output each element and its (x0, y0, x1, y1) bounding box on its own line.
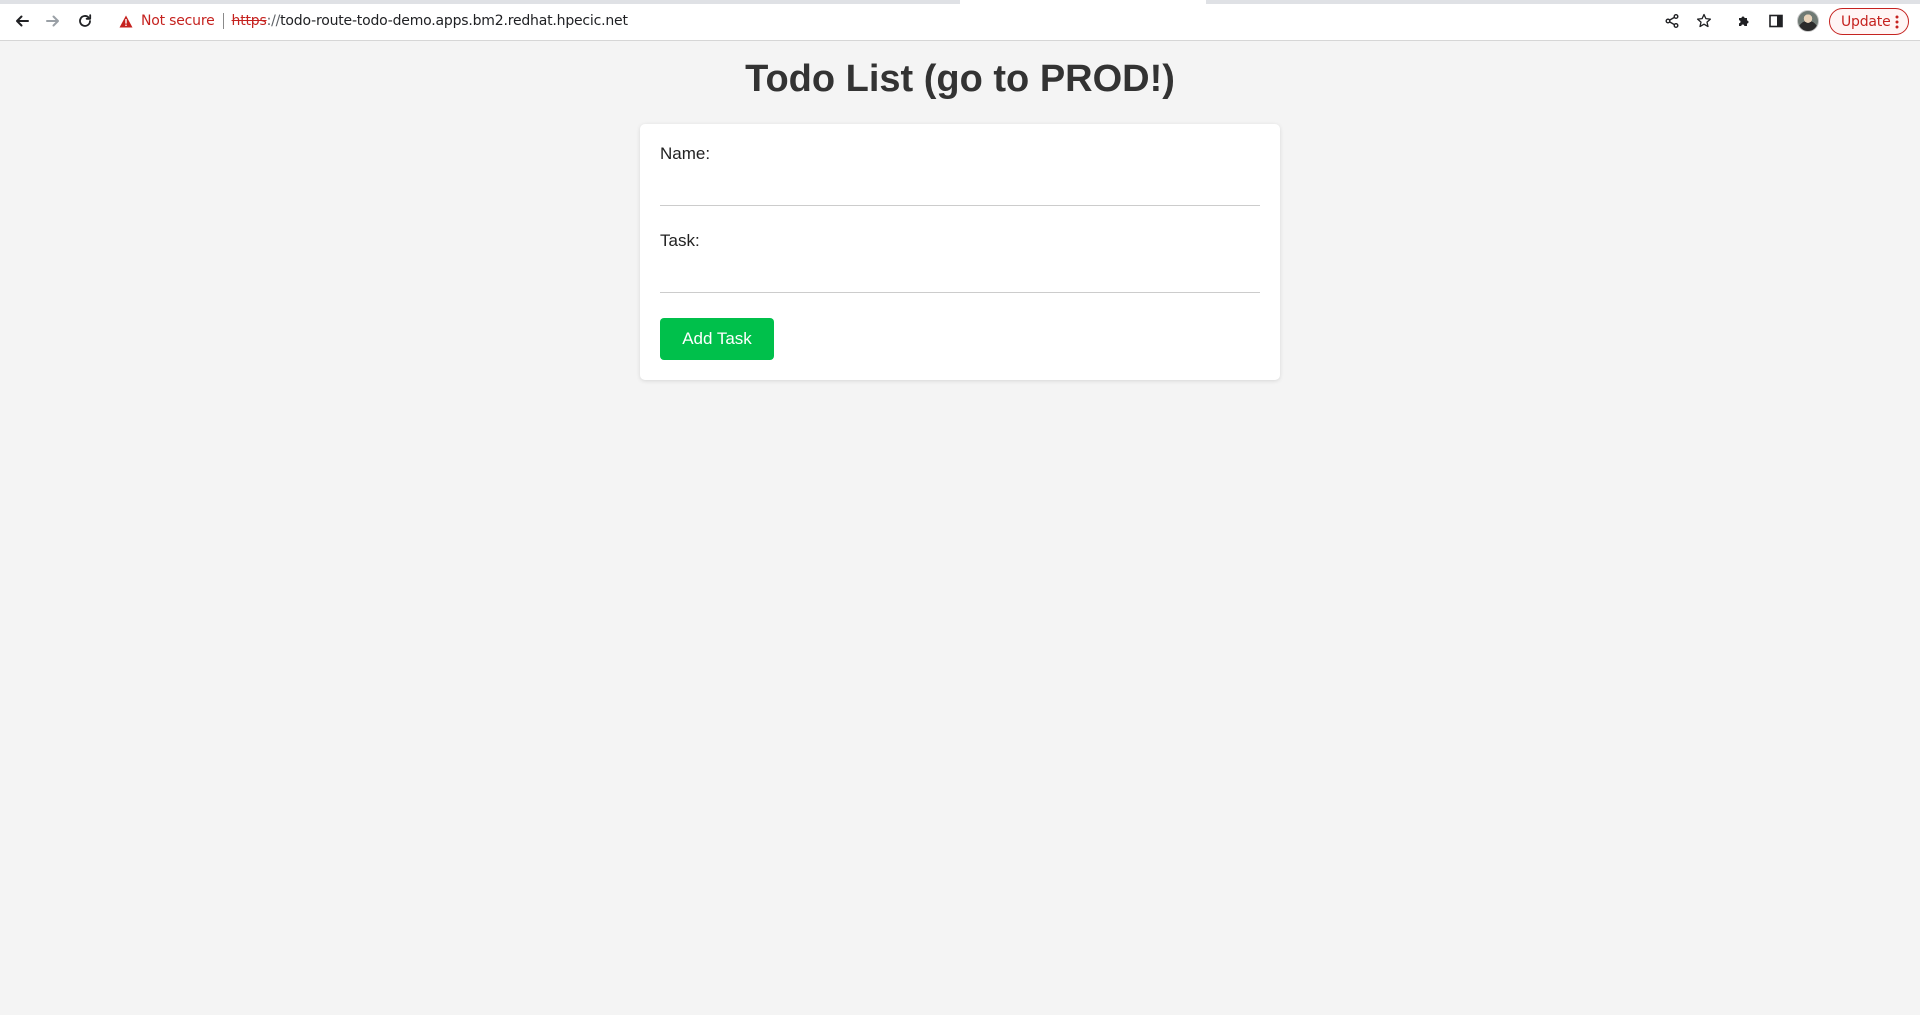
browser-toolbar: Not secure https://todo-route-todo-demo.… (0, 0, 1920, 41)
extensions-button[interactable] (1732, 9, 1756, 33)
side-panel-button[interactable] (1764, 9, 1788, 33)
tab-strip (0, 0, 1920, 4)
url-scheme: https (231, 13, 267, 29)
active-tab-edge[interactable] (960, 0, 1206, 4)
warning-icon[interactable] (118, 13, 134, 29)
share-button[interactable] (1660, 9, 1684, 33)
name-label: Name: (660, 144, 711, 163)
name-input[interactable] (660, 176, 1260, 206)
omnibox-divider (222, 13, 224, 29)
security-status-label[interactable]: Not secure (141, 13, 215, 29)
update-button[interactable]: Update (1829, 8, 1909, 35)
todo-form-card: Name: Task: Add Task (640, 124, 1280, 380)
url-scheme-separator: :// (266, 13, 281, 29)
update-button-label: Update (1841, 13, 1891, 30)
page-title: Todo List (go to PROD!) (745, 58, 1175, 100)
side-panel-icon (1769, 14, 1783, 28)
back-button[interactable] (10, 9, 34, 33)
address-bar[interactable]: Not secure https://todo-route-todo-demo.… (108, 5, 1758, 37)
url-text[interactable]: https://todo-route-todo-demo.apps.bm2.re… (232, 13, 628, 29)
star-icon (1696, 13, 1712, 28)
arrow-left-icon (16, 15, 29, 27)
task-input[interactable] (660, 263, 1260, 293)
reload-icon (79, 14, 92, 27)
profile-avatar[interactable] (1797, 10, 1819, 32)
arrow-right-icon (46, 15, 59, 27)
bookmark-button[interactable] (1692, 9, 1716, 33)
forward-button[interactable] (41, 9, 65, 33)
task-label: Task: (660, 231, 700, 250)
reload-button[interactable] (73, 9, 97, 33)
puzzle-icon (1739, 16, 1749, 26)
share-icon (1665, 14, 1679, 28)
url-host: todo-route-todo-demo.apps.bm2.redhat.hpe… (280, 13, 628, 29)
add-task-button[interactable]: Add Task (660, 318, 774, 360)
kebab-menu-icon[interactable] (1895, 15, 1899, 29)
